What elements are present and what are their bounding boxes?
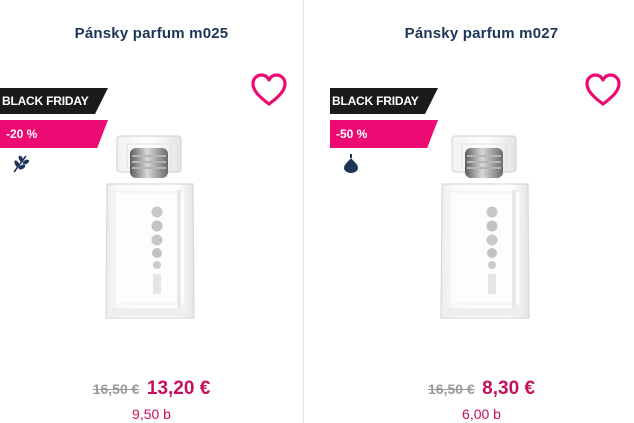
new-price: 8,30 € [482,378,535,399]
product-image[interactable] [101,128,201,328]
new-price: 13,20 € [146,378,211,399]
black-friday-badge: BLACK FRIDAY [0,88,108,114]
heart-icon[interactable] [250,72,288,108]
product-title[interactable]: Pánsky parfum m025 [0,25,303,42]
old-price: 16,50 € [92,381,140,397]
product-card[interactable]: Pánsky parfum m027 BLACK FRIDAY -50 % 16… [330,0,633,423]
leaf-sprig-icon [13,155,30,173]
price-line: 16,50 € 8,30 € [330,378,633,400]
loyalty-points: 9,50 b [132,406,171,422]
loyalty-points: 6,00 b [462,406,501,422]
product-image[interactable] [436,128,536,328]
discount-badge: -20 % [0,120,108,148]
product-card[interactable]: Pánsky parfum m025 BLACK FRIDAY -20 % 16… [0,0,303,423]
black-friday-badge: BLACK FRIDAY [330,88,438,114]
heart-icon[interactable] [584,72,622,108]
price-line: 16,50 € 13,20 € [0,378,303,400]
card-divider [303,0,304,423]
product-title[interactable]: Pánsky parfum m027 [330,25,633,42]
perfume-drop-icon [344,154,358,173]
old-price: 16,50 € [428,381,475,397]
discount-badge: -50 % [330,120,438,148]
